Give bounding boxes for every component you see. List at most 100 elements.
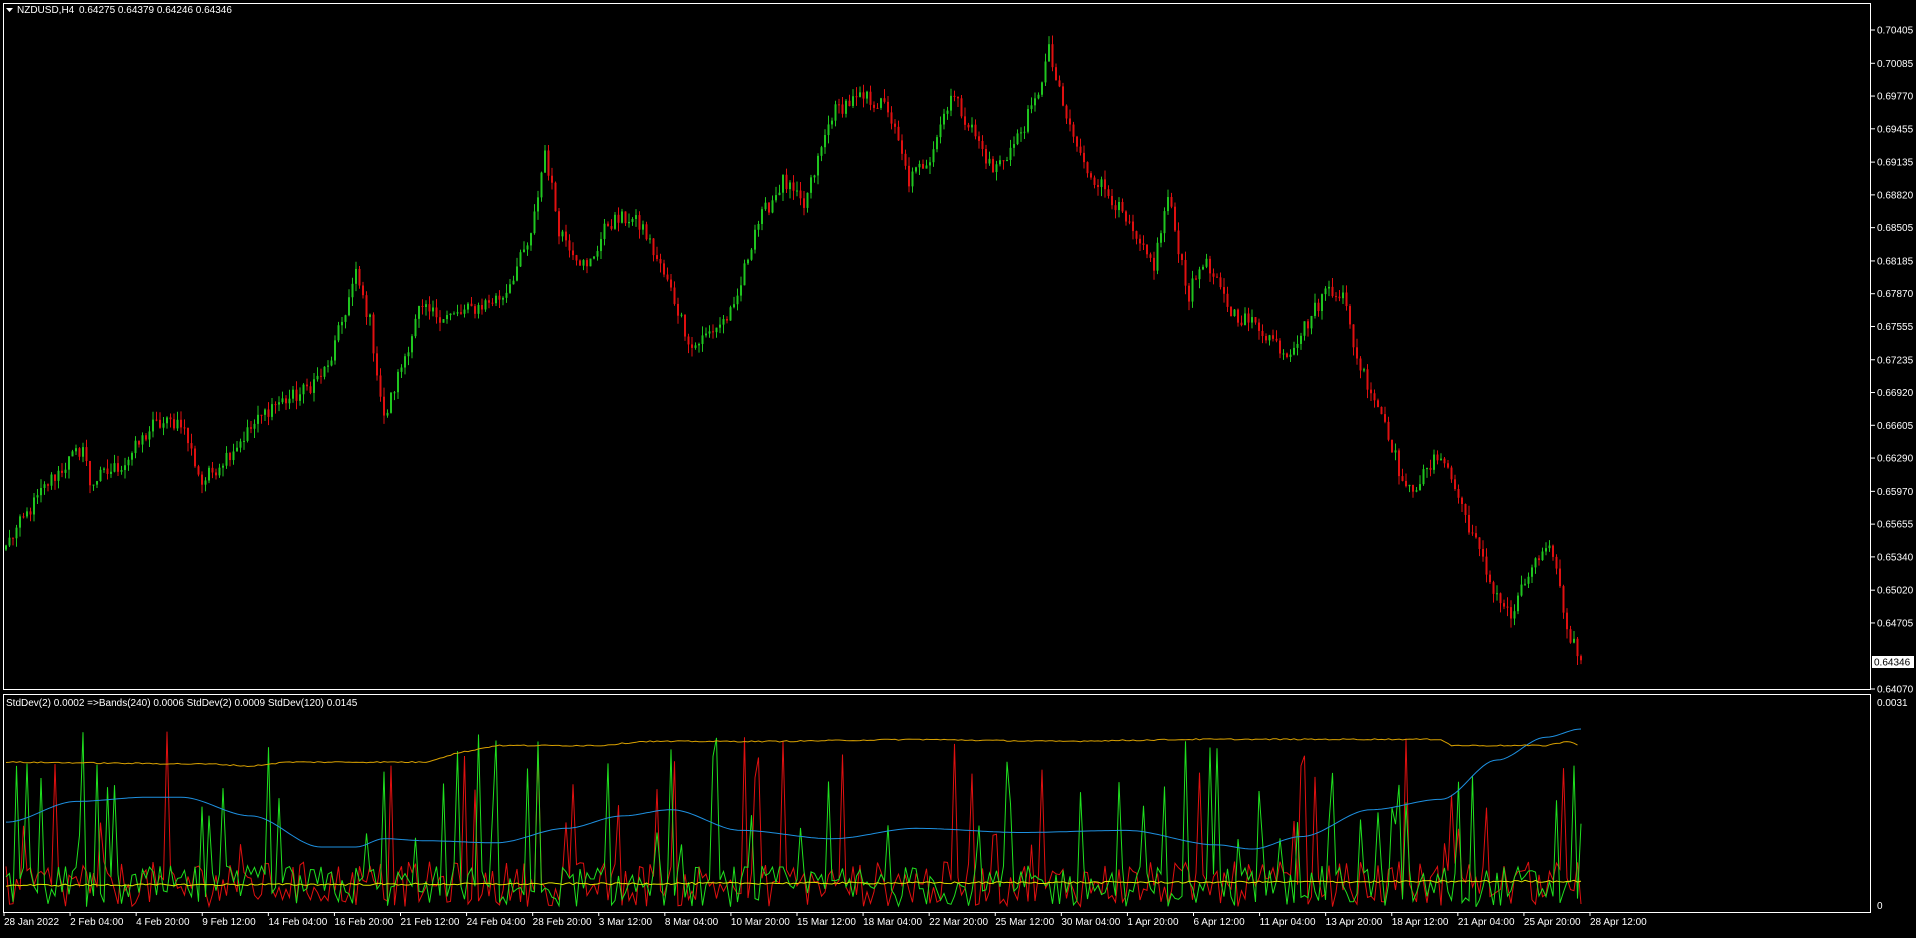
candle-body — [925, 165, 928, 169]
time-tick-label: 6 Apr 12:00 — [1194, 917, 1246, 928]
candle-body — [1569, 629, 1572, 643]
candle-body — [1069, 118, 1071, 125]
candle-body — [544, 150, 546, 173]
candle-body — [348, 297, 350, 316]
chart-canvas[interactable]: 0.70405 0.70085 0.69770 0.69455 0.69135 0.688… — [0, 0, 1916, 933]
candle-body — [1324, 288, 1327, 295]
candle-body — [831, 120, 833, 125]
candle-body — [57, 470, 60, 481]
candle-body — [1272, 335, 1274, 339]
candle-body — [1489, 574, 1491, 583]
candle-body — [1380, 406, 1383, 415]
candle-body — [1356, 347, 1358, 359]
candle-body — [799, 190, 802, 199]
candle-body — [383, 396, 385, 416]
candle-body — [61, 470, 63, 473]
candle-body — [565, 231, 567, 241]
candle-body — [1275, 338, 1278, 341]
candle-body — [1408, 484, 1411, 487]
candle-body — [1037, 94, 1040, 99]
candle-body — [232, 451, 235, 461]
candle-body — [229, 452, 231, 461]
candle-body — [1436, 454, 1439, 461]
candle-body — [1345, 292, 1348, 307]
candle-body — [337, 325, 340, 341]
candle-body — [1167, 197, 1169, 212]
candle-body — [1506, 606, 1509, 608]
candle-body — [120, 469, 123, 472]
candle-body — [789, 182, 791, 190]
candle-body — [1174, 206, 1176, 231]
candle-body — [862, 92, 865, 99]
candle-body — [330, 360, 333, 366]
candle-body — [677, 303, 679, 316]
candle-body — [411, 336, 413, 353]
candle-body — [1132, 221, 1134, 232]
candle-body — [645, 224, 648, 240]
candle-body — [127, 459, 130, 466]
price-tick-label: 0.68820 — [1877, 190, 1914, 201]
candle-body — [1034, 98, 1036, 106]
price-tick-label: 0.70405 — [1877, 26, 1914, 37]
candle-body — [418, 305, 420, 319]
candle-body — [92, 484, 95, 486]
candle-body — [733, 304, 735, 308]
candle-body — [526, 245, 529, 250]
candle-body — [988, 158, 991, 164]
candle-body — [1328, 286, 1330, 289]
candle-body — [1216, 276, 1218, 278]
candle-body — [327, 365, 329, 367]
candle-body — [1223, 287, 1225, 294]
candle-body — [540, 172, 543, 198]
candle-body — [99, 469, 102, 482]
candle-body — [827, 124, 830, 136]
candle-body — [201, 474, 203, 485]
time-tick-label: 1 Apr 20:00 — [1127, 917, 1179, 928]
candle-body — [260, 414, 263, 416]
candle-body — [1065, 105, 1068, 119]
candle-body — [726, 318, 728, 321]
candle-body — [404, 356, 406, 368]
candle-body — [1251, 317, 1253, 323]
candle-body — [299, 394, 301, 401]
candle-body — [1030, 105, 1033, 110]
candle-body — [159, 419, 161, 428]
candle-body — [712, 331, 714, 333]
candle-body — [467, 303, 469, 310]
candle-body — [1405, 480, 1407, 487]
candle-body — [775, 195, 777, 201]
chart-window[interactable]: 0.70405 0.70085 0.69770 0.69455 0.69135 0.688… — [0, 0, 1916, 933]
candle-body — [421, 305, 424, 308]
candle-body — [1552, 545, 1554, 557]
candle-body — [1370, 389, 1372, 394]
candle-body — [967, 124, 970, 128]
candle-body — [1391, 439, 1393, 453]
candle-body — [568, 240, 571, 251]
candle-body — [1342, 292, 1344, 299]
candle-body — [691, 344, 693, 348]
candle-body — [1335, 296, 1337, 298]
time-tick-label: 15 Mar 12:00 — [797, 917, 856, 928]
candle-body — [607, 223, 609, 227]
candle-body — [792, 182, 795, 191]
candle-body — [152, 419, 154, 432]
candle-body — [1020, 132, 1022, 134]
time-tick-label: 24 Feb 04:00 — [467, 917, 526, 928]
candle-body — [1531, 567, 1533, 577]
candle-body — [495, 295, 497, 304]
candle-body — [1429, 467, 1432, 470]
candle-body — [274, 404, 277, 406]
candle-body — [1128, 221, 1131, 223]
candle-body — [803, 198, 805, 208]
candle-body — [687, 336, 690, 345]
candle-body — [848, 100, 851, 106]
time-tick-label: 30 Mar 04:00 — [1061, 917, 1120, 928]
candle-body — [901, 140, 903, 154]
candle-body — [1499, 593, 1502, 604]
candle-body — [257, 414, 259, 424]
candle-body — [1195, 278, 1197, 280]
candle-body — [477, 305, 480, 314]
candle-body — [1548, 545, 1551, 549]
candle-body — [1170, 197, 1173, 207]
candle-body — [957, 96, 959, 99]
